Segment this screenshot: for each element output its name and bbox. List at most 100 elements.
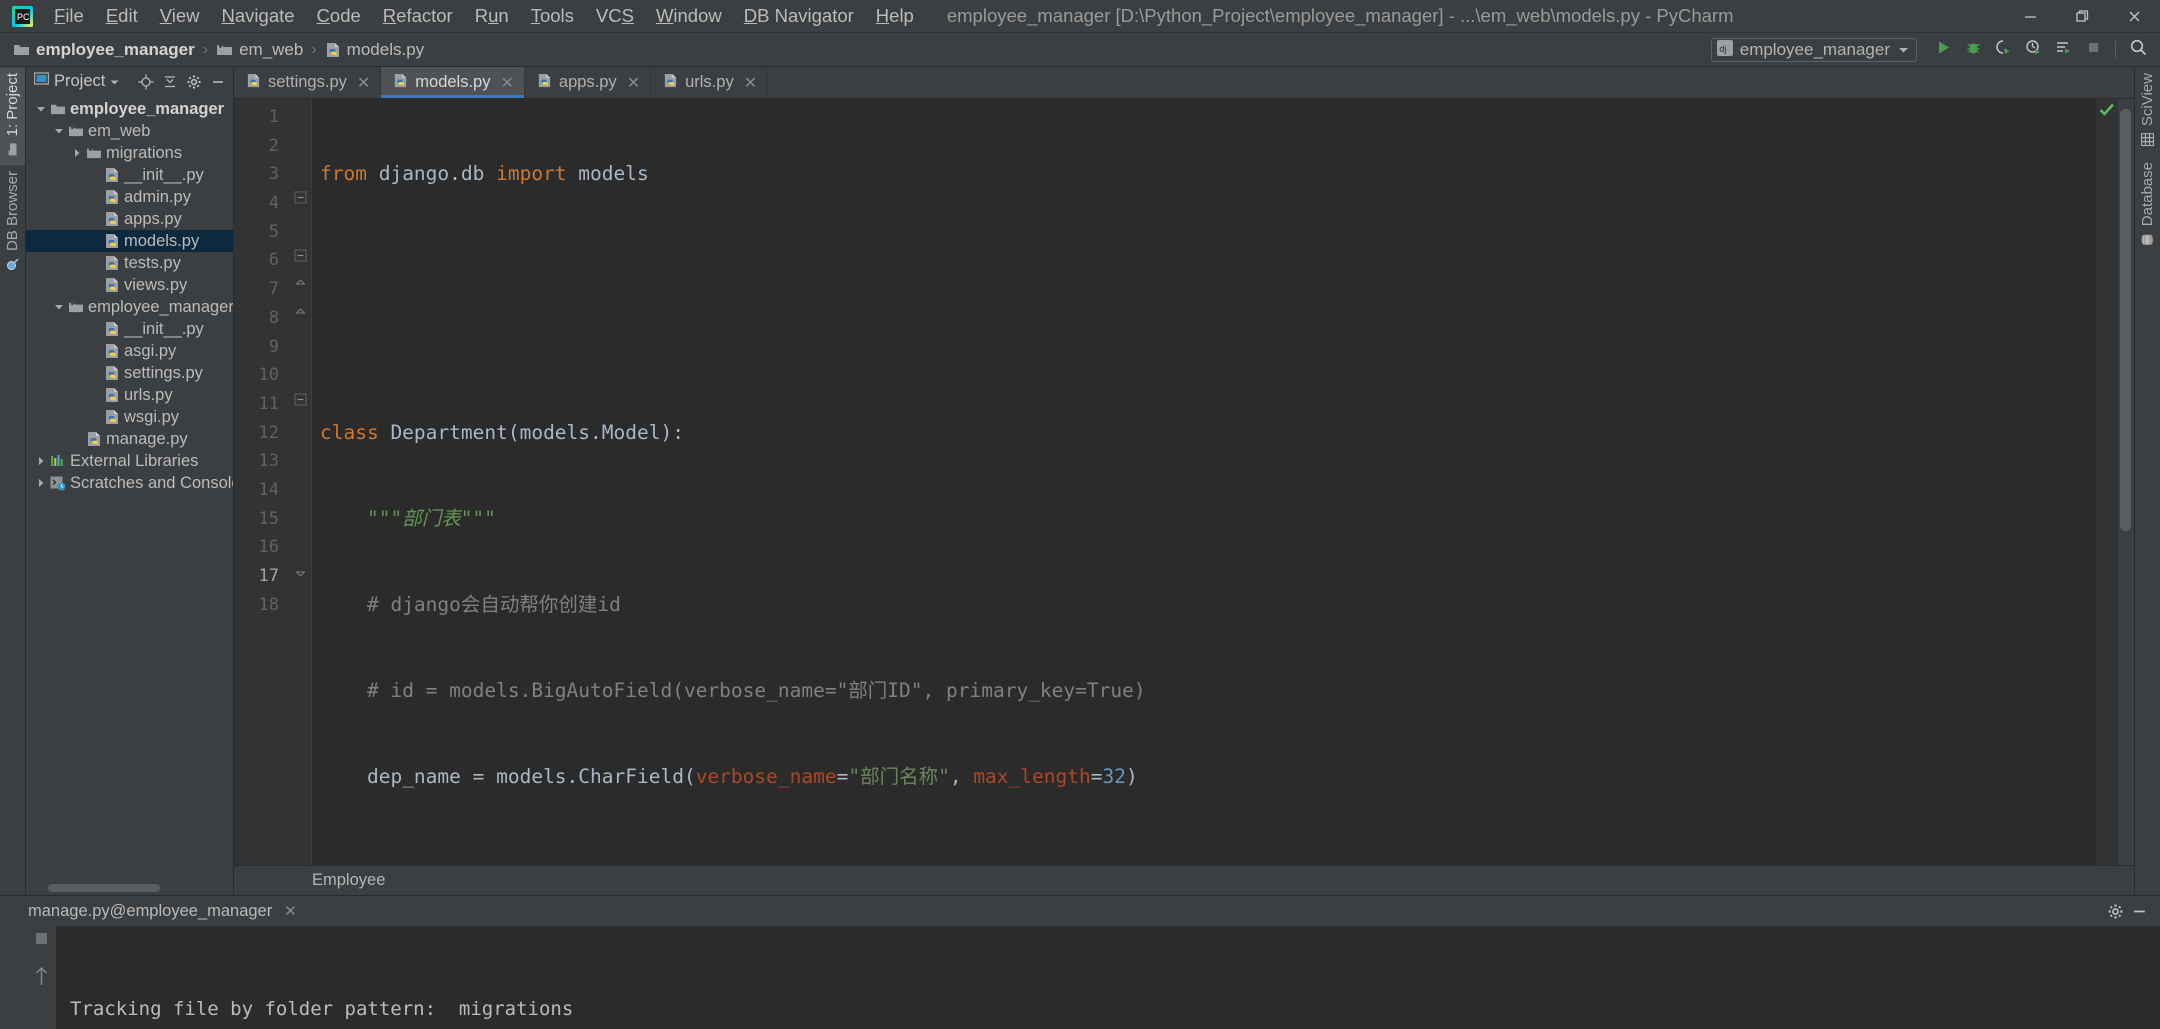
line-number-10[interactable]: 10 — [234, 361, 290, 390]
fold-marker-region-3[interactable] — [294, 307, 307, 320]
line-number-2[interactable]: 2 — [234, 132, 290, 161]
fold-marker-region-1[interactable] — [294, 249, 307, 262]
console-output[interactable]: Tracking file by folder pattern: migrati… — [56, 926, 2160, 1029]
menu-vcs[interactable]: VCS — [585, 3, 645, 29]
project-panel-title[interactable]: Project — [33, 72, 119, 91]
line-number-7[interactable]: 7 — [234, 275, 290, 304]
gear-icon[interactable] — [183, 71, 205, 93]
maximize-icon[interactable] — [2056, 0, 2108, 33]
chevron-down-icon[interactable] — [34, 105, 48, 113]
tab-urls-py[interactable]: urls.py ✕ — [651, 67, 769, 98]
tree-horizontal-scrollbar[interactable] — [48, 884, 160, 892]
fold-marker-class-employee[interactable] — [294, 393, 307, 406]
tree-node-manage-py[interactable]: manage.py — [26, 428, 233, 450]
chevron-right-icon[interactable] — [34, 456, 48, 466]
tree-node-scratches-and-consoles[interactable]: Scratches and Consoles — [26, 472, 233, 494]
arrow-up-icon[interactable] — [34, 966, 49, 991]
tree-node-em-web[interactable]: em_web — [26, 120, 233, 142]
close-icon[interactable]: ✕ — [284, 902, 297, 920]
close-icon[interactable]: ✕ — [627, 73, 640, 93]
menu-db-navigator[interactable]: DB Navigator — [733, 3, 865, 29]
code-folding-column[interactable] — [290, 99, 312, 865]
tab-models-py[interactable]: models.py ✕ — [381, 67, 525, 98]
stop-square-icon[interactable] — [35, 932, 48, 950]
breadcrumb-item-project[interactable]: employee_manager — [10, 39, 198, 61]
console-tab[interactable]: manage.py@employee_manager ✕ — [28, 902, 297, 921]
collapse-all-button[interactable] — [159, 71, 181, 93]
tree-node-employee-manager[interactable]: employee_managerD:\Py — [26, 98, 233, 120]
console-settings-button[interactable] — [2104, 900, 2126, 922]
menu-code[interactable]: Code — [306, 3, 372, 29]
tree-node-external-libraries[interactable]: External Libraries — [26, 450, 233, 472]
code-content[interactable]: from django.db import models class Depar… — [312, 99, 2096, 865]
line-number-14[interactable]: 14 — [234, 476, 290, 505]
tab-settings-py[interactable]: settings.py ✕ — [234, 67, 382, 98]
editor-breadcrumb-employee[interactable]: Employee — [312, 871, 385, 890]
line-number-16[interactable]: 16 — [234, 533, 290, 562]
profile-button[interactable] — [2019, 36, 2047, 64]
close-icon[interactable]: ✕ — [357, 73, 370, 93]
line-number-15[interactable]: 15 — [234, 505, 290, 534]
console-hide-button[interactable] — [2128, 900, 2150, 922]
line-number-12[interactable]: 12 — [234, 419, 290, 448]
menu-run[interactable]: Run — [464, 3, 520, 29]
sidebar-item-sciview[interactable]: SciView — [2135, 67, 2160, 156]
close-icon[interactable]: ✕ — [500, 73, 513, 93]
tree-node--init-py[interactable]: __init__.py — [26, 318, 233, 340]
menu-refactor[interactable]: Refactor — [372, 3, 464, 29]
minimize-icon[interactable] — [2004, 0, 2056, 33]
line-number-5[interactable]: 5 — [234, 218, 290, 247]
menu-file[interactable]: File — [43, 3, 95, 29]
tree-node-settings-py[interactable]: settings.py — [26, 362, 233, 384]
run-with-coverage-button[interactable] — [1989, 36, 2017, 64]
line-number-6[interactable]: 6 — [234, 246, 290, 275]
tree-node-migrations[interactable]: migrations — [26, 142, 233, 164]
line-number-3[interactable]: 3 — [234, 160, 290, 189]
line-number-4[interactable]: 4 — [234, 189, 290, 218]
tree-node-views-py[interactable]: views.py — [26, 274, 233, 296]
line-number-9[interactable]: 9 — [234, 333, 290, 362]
sidebar-item-database[interactable]: Database — [2135, 156, 2160, 256]
code-editor[interactable]: 1 2 3 4 5 6 7 8 9 10 11 12 13 14 15 16 17 18 — [234, 99, 2134, 865]
fold-marker-region-2[interactable] — [294, 278, 307, 291]
tree-node-employee-manager[interactable]: employee_manager — [26, 296, 233, 318]
chevron-right-icon[interactable] — [34, 478, 48, 488]
tree-node-urls-py[interactable]: urls.py — [26, 384, 233, 406]
menu-edit[interactable]: Edit — [95, 3, 149, 29]
sidebar-item-db-browser[interactable]: DB Browser — [0, 165, 25, 281]
sidebar-item-project[interactable]: 1: Project — [0, 67, 25, 166]
inspection-rail[interactable] — [2096, 99, 2118, 865]
run-manage-task-button[interactable] — [2049, 36, 2077, 64]
menu-help[interactable]: Help — [865, 3, 925, 29]
line-number-13[interactable]: 13 — [234, 447, 290, 476]
line-number-8[interactable]: 8 — [234, 304, 290, 333]
locate-button[interactable] — [135, 71, 157, 93]
menu-window[interactable]: Window — [645, 3, 733, 29]
tree-node-wsgi-py[interactable]: wsgi.py — [26, 406, 233, 428]
chevron-right-icon[interactable] — [70, 148, 84, 158]
debug-button[interactable] — [1959, 36, 1987, 64]
breadcrumb-item-module[interactable]: em_web — [213, 39, 306, 61]
fold-marker-line-17[interactable] — [294, 565, 307, 578]
editor-vertical-scrollbar[interactable] — [2118, 99, 2134, 865]
run-configuration-selector[interactable]: dj employee_manager — [1710, 38, 1917, 62]
close-icon[interactable]: ✕ — [744, 73, 757, 93]
tree-node-admin-py[interactable]: admin.py — [26, 186, 233, 208]
project-tree[interactable]: employee_managerD:\Pyem_web migrations __i… — [26, 96, 233, 895]
hide-panel-button[interactable] — [207, 71, 229, 93]
fold-marker-class-department[interactable] — [294, 191, 307, 204]
breadcrumb-item-file[interactable]: models.py — [322, 39, 427, 61]
tree-node-asgi-py[interactable]: asgi.py — [26, 340, 233, 362]
tree-node-tests-py[interactable]: tests.py — [26, 252, 233, 274]
stop-button[interactable] — [2079, 36, 2107, 64]
search-everywhere-button[interactable] — [2124, 36, 2152, 64]
scrollbar-thumb[interactable] — [2120, 109, 2131, 531]
menu-view[interactable]: View — [149, 3, 211, 29]
tree-node--init-py[interactable]: __init__.py — [26, 164, 233, 186]
chevron-down-icon[interactable] — [52, 127, 66, 135]
run-button[interactable] — [1929, 36, 1957, 64]
line-number-18[interactable]: 18 — [234, 591, 290, 620]
close-icon[interactable] — [2108, 0, 2160, 33]
tree-node-apps-py[interactable]: apps.py — [26, 208, 233, 230]
menu-navigate[interactable]: Navigate — [211, 3, 306, 29]
